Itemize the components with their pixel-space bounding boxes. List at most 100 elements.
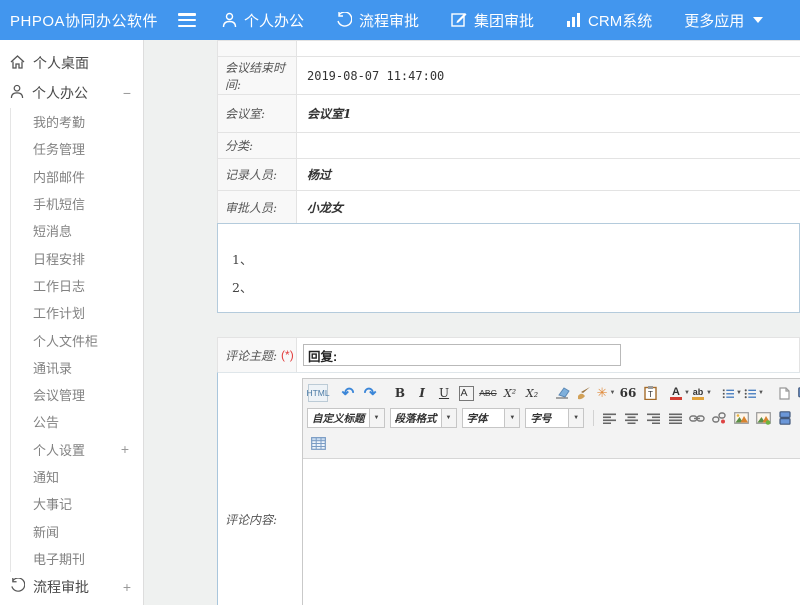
undo-button[interactable]: ↶ [338,383,358,403]
align-right-icon [647,413,660,424]
sidebar-item-file-cabinet[interactable]: 个人文件柜 [11,326,143,353]
sidebar-item-tasks[interactable]: 任务管理 [11,135,143,162]
content-line: 2、 [232,274,799,302]
heading-select[interactable]: 自定义标题▼ [307,408,385,428]
nav-more-apps[interactable]: 更多应用 [684,10,763,31]
nav-workflow-approval[interactable]: 流程审批 [336,10,419,31]
link-icon [689,414,705,423]
paste-button[interactable]: T [640,383,660,403]
eraser-button[interactable] [552,383,572,403]
meeting-content-box: 1、 2、 [217,223,800,313]
sidebar-item-workflow-approval[interactable]: 流程审批 + [0,572,143,602]
insert-image-button[interactable] [753,408,773,428]
field-label: 审批人员: [218,191,297,223]
strikethrough-button[interactable]: ABC [478,383,498,403]
underline-button[interactable]: U [434,383,454,403]
field-value: 会议室1 [297,95,800,132]
sidebar-item-meeting-management[interactable]: 会议管理 [11,381,143,408]
sidebar-item-work-plan[interactable]: 工作计划 [11,299,143,326]
subscript-button[interactable]: X₂ [522,383,542,403]
nav-personal-office[interactable]: 个人办公 [222,10,304,31]
image-button[interactable] [731,408,751,428]
fullscreen-button[interactable] [795,383,800,403]
sidebar-item-sms[interactable]: 手机短信 [11,190,143,217]
sidebar-item-short-message[interactable]: 短消息 [11,217,143,244]
chevron-down-icon: ▼ [684,390,690,396]
sidebar-item-announcement[interactable]: 公告 [11,408,143,435]
format-brush-button[interactable] [574,383,594,403]
font-size-select[interactable]: 字号▼ [525,408,584,428]
brush-icon [577,387,591,400]
sidebar-item-contacts[interactable]: 通讯录 [11,354,143,381]
superscript-button[interactable]: X² [500,383,520,403]
bold-button[interactable]: B [390,383,410,403]
italic-button[interactable]: I [412,383,432,403]
align-center-button[interactable] [621,408,641,428]
field-label: 分类: [218,133,297,158]
paragraph-format-select[interactable]: 段落格式▼ [390,408,457,428]
sidebar-item-desktop[interactable]: 个人桌面 [0,48,143,78]
required-mark: (*) [281,348,294,362]
expand-icon[interactable]: + [123,579,131,595]
comment-content-row: 评论内容: HTML ↶ ↷ B I U A ABC X [217,372,800,605]
font-family-select[interactable]: 字体▼ [462,408,521,428]
field-value: 2019-08-07 11:47:00 [297,57,800,94]
expand-icon[interactable]: + [121,441,129,457]
nav-group-approval[interactable]: 集团审批 [451,10,534,31]
top-navigation-bar: PHPOA协同办公软件 个人办公 流程审批 集团审批 CRM系统 更多应用 [0,0,800,40]
content-line: 1、 [232,246,799,274]
html-source-button[interactable]: HTML [308,384,328,402]
sidebar-item-personal-settings[interactable]: 个人设置+ [11,436,143,463]
align-left-icon [603,413,616,424]
app-title: PHPOA协同办公软件 [0,10,178,31]
table-row-meeting-room: 会议室: 会议室1 [218,95,800,133]
field-value: 杨过 [297,159,800,190]
nav-crm[interactable]: CRM系统 [566,10,652,31]
sidebar-item-schedule[interactable]: 日程安排 [11,244,143,271]
new-page-button[interactable] [774,383,794,403]
chevron-down-icon: ▼ [568,409,583,427]
eraser-icon [555,387,570,399]
sidebar-item-e-journal[interactable]: 电子期刊 [11,545,143,572]
collapse-icon[interactable]: − [123,85,131,101]
blockquote-button[interactable]: 66 [618,383,638,403]
sidebar-item-attendance[interactable]: 我的考勤 [11,108,143,135]
autotypeset-button[interactable]: ✳▼ [596,383,616,403]
person-icon [222,12,237,28]
chevron-down-icon: ▼ [369,409,384,427]
ordered-list-button[interactable]: ▼ [722,383,742,403]
personal-office-submenu: 我的考勤 任务管理 内部邮件 手机短信 短消息 日程安排 工作日志 工作计划 个… [10,108,143,572]
sidebar-item-events[interactable]: 大事记 [11,490,143,517]
sidebar-item-news[interactable]: 新闻 [11,517,143,544]
font-color-button[interactable]: A▼ [670,383,690,403]
sidebar-item-notice[interactable]: 通知 [11,463,143,490]
sidebar-item-personal-office[interactable]: 个人办公 − [0,78,143,108]
link-button[interactable] [687,408,707,428]
unlink-icon [712,412,726,424]
field-value: 小龙女 [297,191,800,223]
media-button[interactable] [775,408,795,428]
redo-button[interactable]: ↷ [360,383,380,403]
unordered-list-button[interactable]: ▼ [744,383,764,403]
history-icon [10,578,25,596]
chevron-down-icon: ▼ [706,390,712,396]
sidebar-item-internal-mail[interactable]: 内部邮件 [11,163,143,190]
font-border-button[interactable]: A [456,383,476,403]
table-button[interactable] [308,433,328,453]
align-left-button[interactable] [599,408,619,428]
align-right-button[interactable] [643,408,663,428]
comment-subject-label: 评论主题: (*) [218,338,297,372]
justify-button[interactable] [665,408,685,428]
unlink-button[interactable] [709,408,729,428]
chevron-down-icon: ▼ [736,390,742,396]
editor-toolbar: HTML ↶ ↷ B I U A ABC X² X₂ [303,379,800,459]
menu-toggle-icon[interactable] [178,13,196,27]
sidebar-item-work-log[interactable]: 工作日志 [11,272,143,299]
editor-content-area[interactable] [303,459,800,605]
field-label: 会议室: [218,95,297,132]
comment-subject-input[interactable] [303,344,621,366]
image-icon [734,412,749,424]
page-icon [779,387,790,400]
highlight-color-button[interactable]: ab▼ [692,383,712,403]
main-nav: 个人办公 流程审批 集团审批 CRM系统 更多应用 [222,10,763,31]
